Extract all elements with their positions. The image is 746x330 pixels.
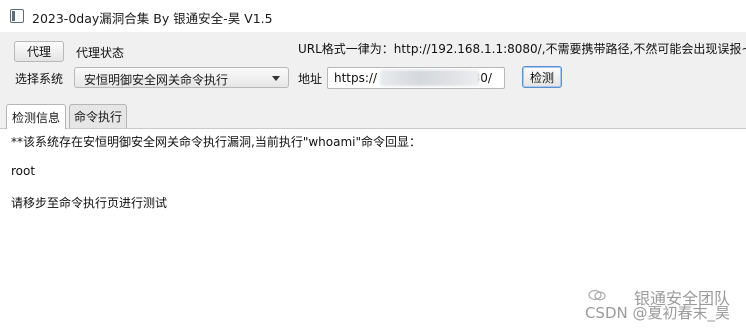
- watermark-csdn: CSDN @夏初春末_昊: [584, 304, 730, 322]
- select-system-label: 选择系统: [15, 72, 64, 86]
- wechat-icon: [588, 289, 606, 301]
- detect-button[interactable]: 检测: [522, 66, 562, 88]
- system-select[interactable]: 安恒明御安全网关命令执行: [74, 67, 289, 88]
- proxy-status-label: 代理状态: [76, 46, 125, 60]
- toolbar: 代理 代理状态 URL格式一律为：http://192.168.1.1:8080…: [0, 32, 746, 100]
- title-bar: 2023-0day漏洞合集 By 银通安全-昊 V1.5: [0, 0, 746, 33]
- output-line-result: root: [11, 164, 36, 178]
- proxy-button[interactable]: 代理: [14, 41, 64, 62]
- system-select-value: 安恒明御安全网关命令执行: [84, 73, 229, 87]
- chevron-down-icon: [272, 76, 280, 81]
- tab-command-exec[interactable]: 命令执行: [69, 104, 127, 128]
- tab-detection-info[interactable]: 检测信息: [6, 104, 66, 129]
- tab-bar: 检测信息 命令执行: [0, 100, 746, 129]
- redacted-host-blur: [380, 70, 480, 86]
- output-line-hint: 请移步至命令执行页进行测试: [11, 196, 168, 210]
- output-line-vuln: **该系统存在安恒明御安全网关命令执行漏洞,当前执行"whoami"命令回显：: [11, 135, 421, 149]
- window-title: 2023-0day漏洞合集 By 银通安全-昊 V1.5: [32, 11, 273, 26]
- url-format-hint: URL格式一律为：http://192.168.1.1:8080/,不需要携带路…: [298, 42, 746, 56]
- app-window-icon: [10, 9, 24, 23]
- address-label: 地址: [298, 72, 323, 86]
